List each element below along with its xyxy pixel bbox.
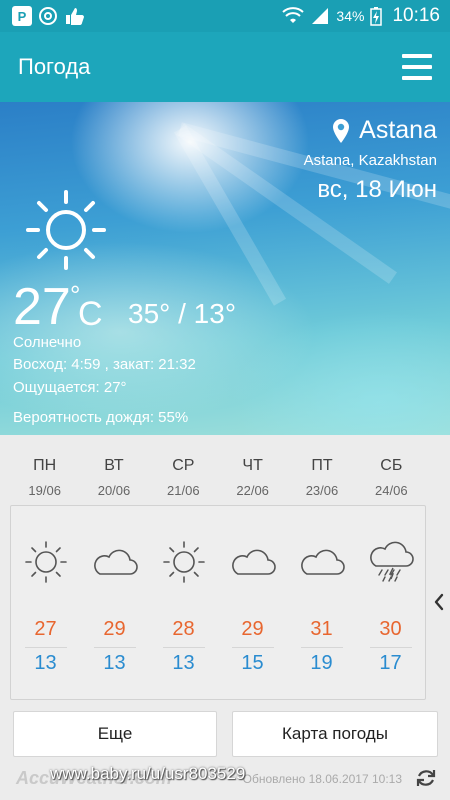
wifi-icon	[282, 7, 305, 23]
region-name: Astana, Kazakhstan	[303, 152, 437, 169]
low-temperature: 15	[241, 652, 264, 674]
thumbs-up-icon	[66, 8, 84, 25]
high-temperature: 28	[172, 618, 195, 640]
current-date: вс, 18 Июн	[317, 176, 437, 203]
forecast-day[interactable]: 28 13	[149, 506, 218, 699]
clock: 10:16	[392, 5, 440, 26]
sun-icon	[26, 190, 106, 270]
low-temperature: 13	[103, 652, 126, 674]
day-header[interactable]: СБ 24/06	[357, 435, 426, 505]
watermark: www.baby.ru/u/usr803529	[50, 764, 246, 783]
rain-probability: Вероятность дождя: 55%	[13, 409, 189, 426]
day-date: 20/06	[97, 483, 131, 498]
last-updated: Обновлено 18.06.2017 10:13	[242, 772, 402, 786]
sun-icon	[24, 541, 67, 583]
forecast-day[interactable]: 31 19	[287, 506, 356, 699]
low-temperature: 19	[310, 652, 333, 674]
forecast-day[interactable]: 30 17	[356, 506, 425, 699]
forecast-day[interactable]: 27 13	[11, 506, 80, 699]
temperature-range: 35° / 13°	[128, 298, 237, 329]
footer: AccuWeather.com Обновлено 18.06.2017 10:…	[0, 760, 450, 800]
location[interactable]: Astana	[331, 116, 437, 145]
status-bar: P 34% 10:16	[0, 0, 450, 32]
location-pin-icon	[333, 118, 350, 143]
refresh-icon[interactable]	[414, 766, 438, 790]
day-date: 22/06	[236, 483, 269, 498]
day-header[interactable]: ПТ 23/06	[287, 435, 356, 505]
day-header[interactable]: ПН 19/06	[10, 435, 79, 505]
app-bar: Погода	[0, 32, 450, 102]
high-temperature: 29	[103, 618, 126, 640]
battery-charging-icon	[370, 7, 383, 26]
city-name: Astana	[359, 116, 437, 144]
cloud-icon	[231, 549, 276, 575]
rain-icon	[369, 541, 414, 582]
temperature-unit: C	[78, 295, 103, 333]
low-temperature: 17	[379, 652, 402, 674]
forecast-card: 27 13 29 13 28 13 29 15 31 19 30 17	[10, 505, 426, 700]
day-name: ПТ	[311, 457, 333, 474]
low-temperature: 13	[34, 652, 57, 674]
current-temperature: 27	[13, 278, 71, 336]
day-header[interactable]: ВТ 20/06	[79, 435, 148, 505]
current-weather-panel: Astana Astana, Kazakhstan вс, 18 Июн 27 …	[0, 102, 450, 435]
day-name: СБ	[380, 457, 403, 474]
weather-map-button[interactable]: Карта погоды	[232, 711, 438, 757]
day-name: ПН	[33, 457, 57, 474]
day-date: 23/06	[305, 483, 339, 498]
high-temperature: 29	[241, 618, 264, 640]
day-name: СР	[172, 457, 195, 474]
cloud-icon	[300, 549, 345, 575]
forecast-day[interactable]: 29 15	[218, 506, 287, 699]
day-name: ВТ	[104, 457, 124, 474]
high-temperature: 30	[379, 618, 402, 640]
low-temperature: 13	[172, 652, 195, 674]
more-button[interactable]: Еще	[13, 711, 217, 757]
day-header[interactable]: СР 21/06	[149, 435, 218, 505]
condition-text: Солнечно	[13, 334, 82, 351]
signal-icon	[312, 8, 329, 24]
chevron-left-icon[interactable]	[432, 592, 446, 612]
sunrise-sunset: Восход: 4:59 , закат: 21:32	[13, 356, 196, 373]
chrome-icon	[39, 7, 57, 25]
app-notification-icon: P	[12, 6, 32, 26]
cloud-icon	[93, 549, 138, 575]
high-temperature: 31	[310, 618, 333, 640]
app-title: Погода	[18, 54, 91, 79]
day-date: 19/06	[28, 483, 61, 498]
forecast-day[interactable]: 29 13	[80, 506, 149, 699]
sun-icon	[162, 541, 205, 583]
day-date: 21/06	[167, 483, 200, 498]
hamburger-menu-icon[interactable]	[402, 54, 432, 80]
day-header[interactable]: ЧТ 22/06	[218, 435, 287, 505]
day-name: ЧТ	[242, 457, 263, 474]
feels-like: Ощущается: 27°	[13, 379, 127, 396]
high-temperature: 27	[34, 618, 57, 640]
battery-percent: 34%	[336, 8, 365, 24]
forecast-days-header: ПН 19/06 ВТ 20/06 СР 21/06 ЧТ 22/06 ПТ 23/06 …	[10, 435, 426, 505]
day-date: 24/06	[375, 483, 408, 498]
